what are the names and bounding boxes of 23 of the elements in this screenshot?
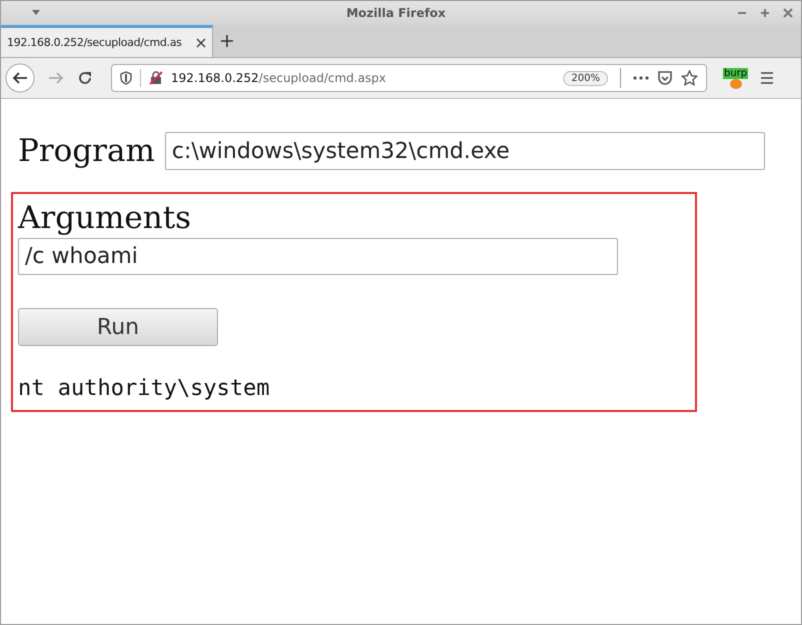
maximize-icon[interactable] bbox=[760, 8, 770, 18]
url-text[interactable]: 192.168.0.252/secupload/cmd.aspx bbox=[171, 71, 556, 85]
program-label: Program bbox=[18, 133, 155, 169]
command-output: nt authority\system bbox=[18, 376, 270, 401]
browser-tab[interactable]: 192.168.0.252/secupload/cmd.as bbox=[1, 25, 213, 57]
pocket-icon[interactable] bbox=[657, 70, 673, 86]
reload-icon[interactable] bbox=[77, 70, 93, 86]
window-title: Mozilla Firefox bbox=[345, 6, 447, 20]
menu-icon[interactable] bbox=[760, 72, 774, 84]
new-tab-icon[interactable] bbox=[220, 34, 234, 48]
more-icon[interactable] bbox=[633, 76, 649, 80]
zoom-badge[interactable]: 200% bbox=[563, 70, 608, 86]
run-button[interactable]: Run bbox=[18, 308, 218, 346]
broken-lock-icon[interactable] bbox=[149, 71, 163, 85]
program-field[interactable]: c:\windows\system32\cmd.exe bbox=[164, 132, 765, 170]
star-icon[interactable] bbox=[681, 70, 698, 86]
close-icon[interactable] bbox=[196, 38, 206, 48]
extension-badge[interactable]: burp bbox=[723, 68, 748, 78]
back-icon[interactable] bbox=[5, 63, 35, 93]
address-bar[interactable]: 192.168.0.252/secupload/cmd.aspx 200% bbox=[111, 64, 707, 92]
shield-icon[interactable] bbox=[120, 71, 132, 85]
arguments-label: Arguments bbox=[18, 200, 192, 236]
arguments-field[interactable]: /c whoami bbox=[18, 238, 618, 275]
